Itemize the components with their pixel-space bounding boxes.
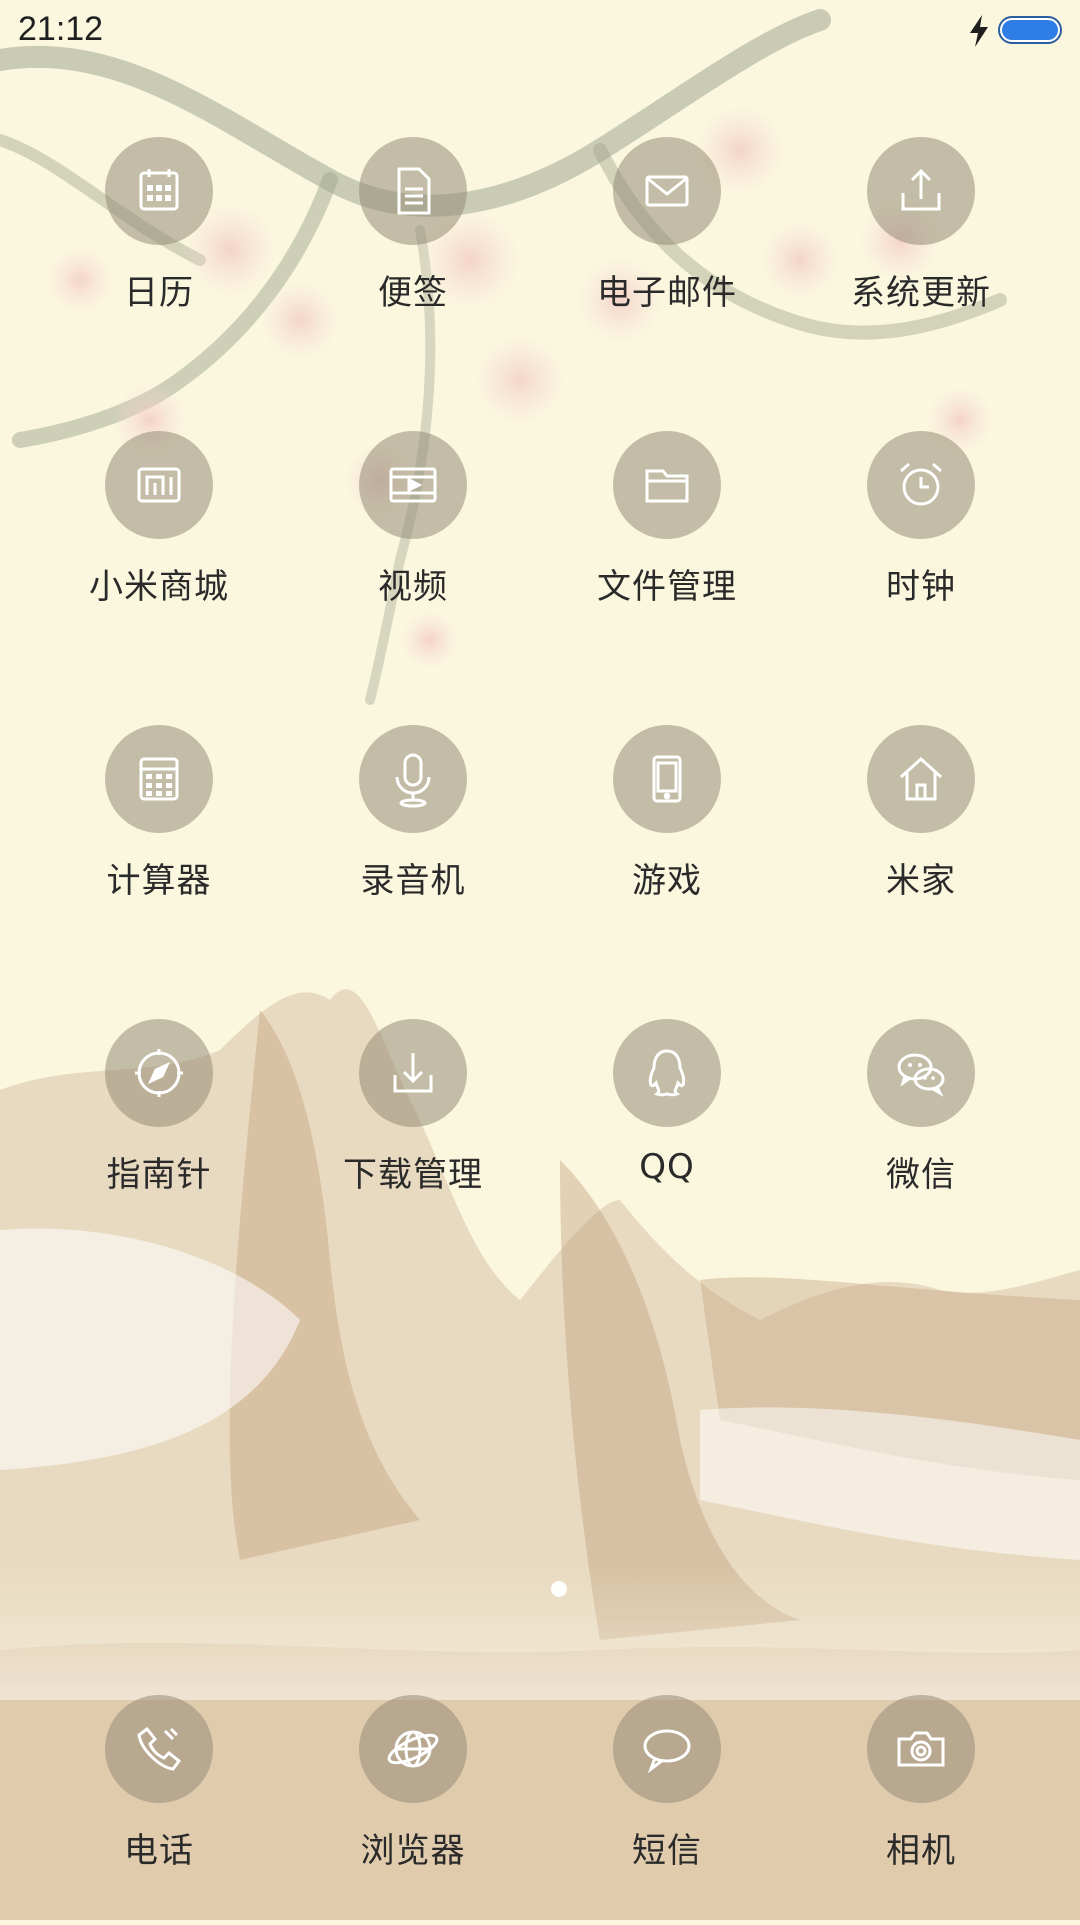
app-recorder[interactable]: 录音机: [293, 725, 533, 955]
app-icon-circle: [359, 1695, 467, 1803]
battery-level-fill: [1002, 20, 1058, 40]
app-video[interactable]: 视频: [293, 431, 533, 661]
alarm-clock-icon: [900, 462, 942, 506]
app-icon-circle: [613, 725, 721, 833]
app-icon-circle: [105, 725, 213, 833]
camera-icon: [897, 1731, 945, 1767]
dock-camera[interactable]: 相机: [801, 1695, 1041, 1925]
upload-icon: [901, 168, 941, 211]
app-icon-circle: [359, 1019, 467, 1127]
app-icon-circle: [867, 1019, 975, 1127]
app-games[interactable]: 游戏: [547, 725, 787, 955]
app-calculator[interactable]: 计算器: [39, 725, 279, 955]
download-icon: [393, 1053, 433, 1093]
battery-icon: [998, 16, 1062, 44]
mi-store-icon: [137, 467, 181, 503]
app-label: 计算器: [106, 861, 212, 901]
app-label: 电子邮件: [597, 273, 737, 313]
app-label: 日历: [124, 273, 194, 313]
app-label: 游戏: [632, 861, 702, 901]
app-qq[interactable]: QQ: [547, 1019, 787, 1249]
app-label: 浏览器: [360, 1831, 466, 1871]
phone-icon: [137, 1726, 182, 1771]
app-icon-circle: [613, 431, 721, 539]
folder-icon: [645, 469, 689, 503]
app-label: 文件管理: [597, 567, 737, 607]
app-mi-store[interactable]: 小米商城: [39, 431, 279, 661]
app-label: 下载管理: [343, 1155, 483, 1195]
app-icon-circle: [105, 1019, 213, 1127]
page-indicator-dot: [551, 1581, 567, 1597]
app-system-update[interactable]: 系统更新: [801, 137, 1041, 367]
app-label: 视频: [378, 567, 448, 607]
app-mijia[interactable]: 米家: [801, 725, 1041, 955]
app-clock[interactable]: 时钟: [801, 431, 1041, 661]
charging-icon: [970, 15, 988, 47]
app-file-manager[interactable]: 文件管理: [547, 431, 787, 661]
app-icon-circle: [359, 725, 467, 833]
video-icon: [389, 467, 437, 503]
app-icon-circle: [867, 137, 975, 245]
dock-messages[interactable]: 短信: [547, 1695, 787, 1925]
app-email[interactable]: 电子邮件: [547, 137, 787, 367]
app-icon-circle: [867, 1695, 975, 1803]
app-icon-circle: [613, 1695, 721, 1803]
app-label: 指南针: [106, 1155, 212, 1195]
app-icon-circle: [359, 137, 467, 245]
compass-icon: [135, 1049, 183, 1097]
app-calendar[interactable]: 日历: [39, 137, 279, 367]
app-icon-circle: [359, 431, 467, 539]
notes-icon: [397, 167, 431, 215]
app-icon-circle: [613, 137, 721, 245]
status-time: 21:12: [18, 10, 104, 48]
app-icon-circle: [105, 1695, 213, 1803]
app-label: 相机: [886, 1831, 956, 1871]
home-icon: [899, 756, 943, 801]
app-wechat[interactable]: 微信: [801, 1019, 1041, 1249]
dock-browser[interactable]: 浏览器: [293, 1695, 533, 1925]
app-notes[interactable]: 便签: [293, 137, 533, 367]
app-label: 录音机: [360, 861, 466, 901]
app-icon-circle: [613, 1019, 721, 1127]
app-label: 时钟: [886, 567, 956, 607]
calculator-icon: [139, 757, 179, 801]
microphone-icon: [395, 753, 431, 808]
app-icon-circle: [867, 725, 975, 833]
app-icon-circle: [105, 137, 213, 245]
app-label: 短信: [632, 1831, 702, 1871]
dock-phone[interactable]: 电话: [39, 1695, 279, 1925]
app-label: 微信: [886, 1155, 956, 1195]
app-label: QQ: [639, 1147, 695, 1187]
app-download-manager[interactable]: 下载管理: [293, 1019, 533, 1249]
tablet-icon: [652, 755, 682, 803]
status-bar: 21:12: [0, 0, 1080, 70]
app-label: 电话: [124, 1831, 194, 1871]
calendar-icon: [139, 169, 179, 211]
app-label: 小米商城: [89, 567, 229, 607]
app-label: 系统更新: [851, 273, 991, 313]
qq-penguin-icon: [648, 1049, 686, 1097]
globe-icon: [387, 1730, 439, 1768]
app-label: 米家: [886, 861, 956, 901]
app-label: 便签: [378, 273, 448, 313]
mail-icon: [645, 175, 689, 207]
wechat-icon: [897, 1053, 945, 1097]
app-icon-circle: [105, 431, 213, 539]
chat-bubble-icon: [643, 1729, 691, 1774]
app-icon-circle: [867, 431, 975, 539]
app-compass[interactable]: 指南针: [39, 1019, 279, 1249]
